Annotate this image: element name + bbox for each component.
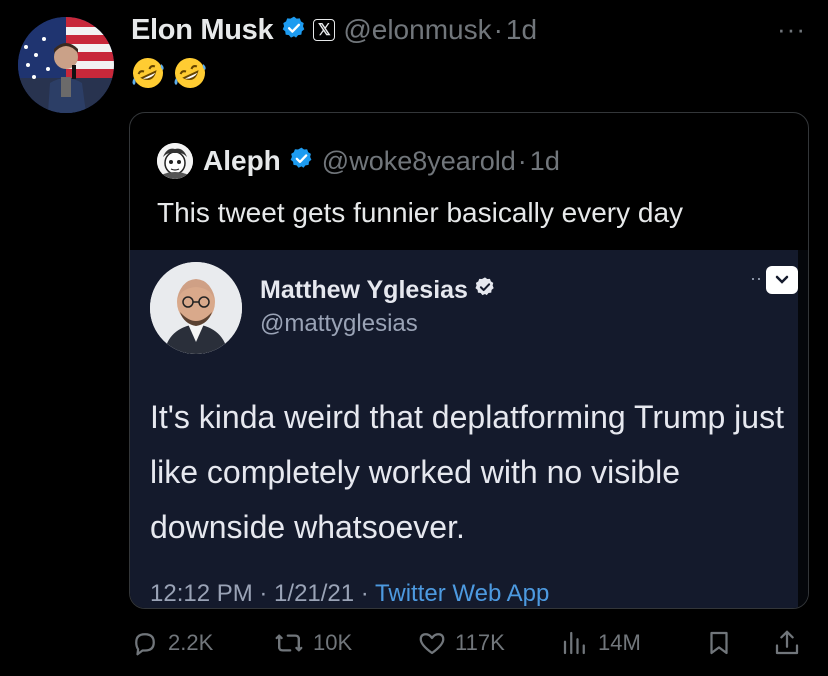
rolling-on-floor-laughing-emoji [174,58,206,88]
tweet-header: Elon Musk 𝕏 @elonmusk · 1d [131,12,537,48]
bookmark-button[interactable] [704,628,734,658]
rolling-on-floor-laughing-emoji [132,58,164,88]
quoted-tweet-text: This tweet gets funnier basically every … [157,197,684,228]
author-avatar[interactable] [18,17,114,113]
views-button[interactable]: 14M [560,628,641,658]
verified-badge-icon [289,146,314,176]
quoted-author-name: Aleph [203,145,281,176]
screenshot-author-handle: @mattyglesias [260,310,418,337]
quoted-tweet-header: Aleph @woke8yearold · 1d [157,143,560,179]
more-options-icon[interactable]: ··· [777,14,806,45]
heart-icon [419,633,445,655]
screenshot-meta: 12:12 PM · 1/21/21 · Twitter Web App [150,580,549,608]
quoted-tweet[interactable]: Aleph @woke8yearold · 1d This tweet gets… [129,112,809,609]
separator-dot: · [517,145,527,176]
screenshot-dots-icon: ·· [750,268,762,288]
share-button[interactable] [772,628,802,658]
reply-icon [135,633,155,656]
quoted-tweet-image[interactable]: Matthew Yglesias @mattyglesias ·· It's k… [130,250,808,608]
author-handle[interactable]: @elonmusk [343,14,491,46]
bookmark-icon [710,631,728,655]
tweet-text [131,56,207,90]
like-button[interactable]: 117K [417,628,505,658]
quoted-tweet-time: 1d [529,145,560,176]
screenshot-body-text: It's kinda weird that deplatforming Trum… [150,399,784,545]
avatar-image [157,143,193,179]
quoted-author-avatar[interactable] [157,143,193,179]
screenshot-edge [798,250,808,608]
author-name[interactable]: Elon Musk [131,14,274,47]
like-count: 117K [455,630,505,655]
x-affiliation-badge-icon[interactable]: 𝕏 [313,19,336,41]
reply-button[interactable]: 2.2K [130,628,213,658]
avatar-image [18,17,114,113]
retweet-icon [275,634,303,652]
action-bar: 2.2K 10K 117K 14M [130,628,810,666]
quoted-author-handle: @woke8yearold [321,145,516,176]
share-icon [775,630,799,655]
screenshot-author-name: Matthew Yglesias [260,276,496,305]
separator-dot: · [493,14,503,45]
screenshot-meta-time: 12:12 PM · 1/21/21 · [150,580,376,607]
screenshot-author-name-text: Matthew Yglesias [260,276,468,304]
verified-badge-icon [474,276,496,305]
tweet-time[interactable]: 1d [506,14,537,46]
screenshot-author-avatar [150,262,242,354]
retweet-count: 10K [313,630,353,655]
screenshot-chevron-down-icon [766,266,798,294]
screenshot-meta-app: Twitter Web App [375,580,550,607]
reply-count: 2.2K [168,630,214,655]
retweet-button[interactable]: 10K [273,628,352,658]
views-count: 14M [598,630,641,655]
verified-badge-icon [281,15,307,46]
bar-chart-icon [563,631,585,655]
